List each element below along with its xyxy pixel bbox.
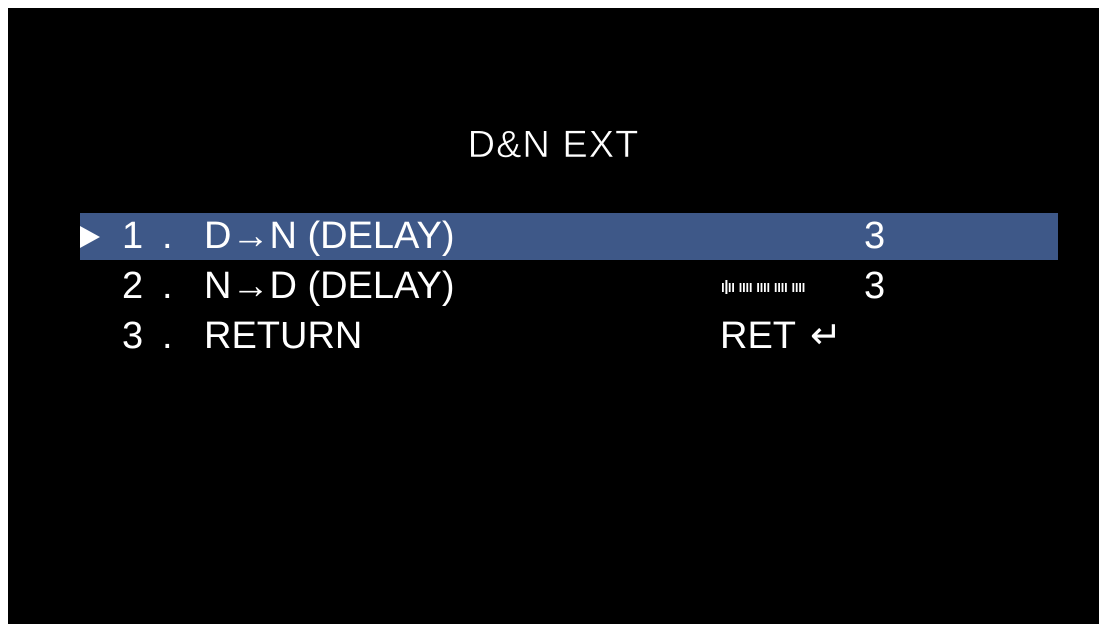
menu-title: D&N EXT xyxy=(467,124,640,167)
menu-item-dn-delay[interactable]: 1 . D→N (DELAY) 3 xyxy=(80,213,1058,260)
return-text: RET xyxy=(720,315,796,357)
menu-item-separator: . xyxy=(162,215,173,257)
level-tick xyxy=(722,283,724,292)
menu-item-separator: . xyxy=(162,265,173,307)
menu-item-value: 3 xyxy=(864,265,886,307)
menu-item-return[interactable]: 3 . RETURN RET ↵ xyxy=(80,313,1058,360)
level-tick xyxy=(774,283,777,292)
level-tick xyxy=(795,283,798,292)
menu-item-number: 1 xyxy=(122,215,144,257)
menu-item-number: 2 xyxy=(122,265,144,307)
level-tick xyxy=(757,283,759,292)
level-bar-icon[interactable] xyxy=(720,263,860,310)
osd-screen: D&N EXT 1 . D→N (DELAY) 3 2 . N→D (DELAY… xyxy=(8,8,1099,624)
level-marker xyxy=(725,280,728,294)
level-tick xyxy=(785,283,787,292)
level-tick xyxy=(732,283,734,292)
menu-item-nd-delay[interactable]: 2 . N→D (DELAY) 3 xyxy=(80,263,1058,310)
menu-item-number: 3 xyxy=(122,315,144,357)
return-arrow-icon: ↵ xyxy=(810,315,842,357)
level-tick xyxy=(760,283,763,292)
level-tick xyxy=(764,283,766,292)
level-tick xyxy=(767,283,770,292)
menu-item-value: 3 xyxy=(864,215,886,257)
level-tick xyxy=(781,283,784,292)
menu-item-label: D→N (DELAY) xyxy=(204,215,455,257)
level-tick xyxy=(739,283,742,292)
level-tick xyxy=(746,283,749,292)
return-value: RET ↵ xyxy=(720,313,842,360)
level-tick xyxy=(792,283,795,292)
cursor-triangle-icon xyxy=(80,226,100,248)
menu-item-label: N→D (DELAY) xyxy=(204,265,455,307)
menu-item-label: RETURN xyxy=(204,315,363,357)
level-tick xyxy=(802,283,805,292)
level-tick xyxy=(778,283,780,292)
level-tick xyxy=(728,283,731,292)
level-tick xyxy=(749,283,752,292)
level-tick xyxy=(799,283,801,292)
level-tick xyxy=(743,283,745,292)
menu-item-separator: . xyxy=(162,315,173,357)
